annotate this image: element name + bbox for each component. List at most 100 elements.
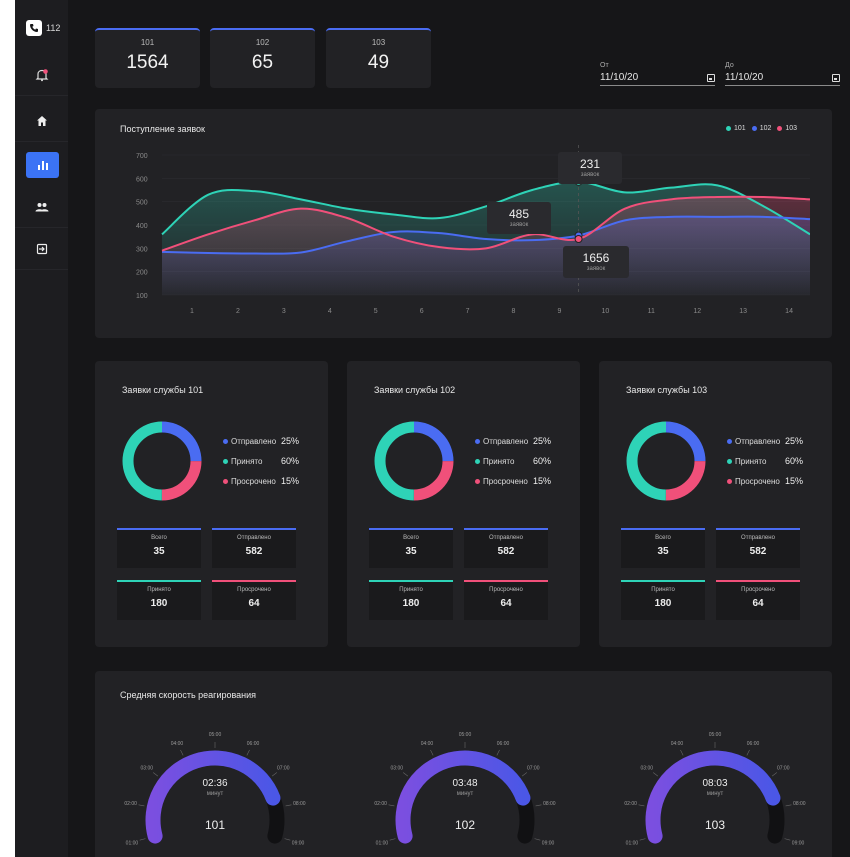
chart-legend: 101 102 103: [726, 125, 797, 132]
logout-icon: [36, 243, 47, 254]
tooltip-value: 231: [579, 157, 601, 171]
legend-name: Просрочено: [475, 477, 533, 486]
stat-card-101[interactable]: 101 1564: [95, 28, 200, 88]
y-tick-label: 100: [136, 293, 148, 300]
legend-row[interactable]: Просрочено 15%: [727, 471, 803, 491]
gauge-tick: [785, 804, 792, 807]
legend-dot: [726, 126, 731, 131]
legend-row[interactable]: Принято 60%: [475, 451, 551, 471]
legend-label: Принято: [483, 456, 515, 466]
legend-label: Просрочено: [231, 476, 276, 486]
date-to-field[interactable]: До 11/10/20: [725, 62, 840, 86]
gauge-tick: [284, 838, 291, 841]
gauge-scale-label: 02:00: [624, 801, 637, 807]
gauge-tick: [271, 772, 278, 777]
gauge-service-name: 102: [454, 818, 476, 832]
metric-tile[interactable]: Просрочено 64: [212, 580, 296, 620]
legend-item-101[interactable]: 101: [726, 125, 746, 132]
metric-tile-value: 64: [500, 598, 512, 609]
legend-label: Принято: [735, 456, 767, 466]
metric-tile[interactable]: Просрочено 64: [716, 580, 800, 620]
legend-row[interactable]: Просрочено 15%: [475, 471, 551, 491]
x-tick-label: 3: [282, 308, 286, 315]
metric-tile-label: Просрочено: [741, 587, 775, 593]
legend-row[interactable]: Принято 60%: [223, 451, 299, 471]
legend-label: 101: [734, 125, 746, 132]
metric-tile-label: Принято: [651, 587, 675, 593]
gauge-time-value: 08:03: [702, 778, 728, 789]
sidebar-item-users[interactable]: [15, 186, 68, 228]
sidebar-item-notifications[interactable]: [15, 54, 68, 96]
tooltip-unit: заявок: [580, 172, 600, 178]
gauge-tick: [139, 838, 146, 841]
metric-tile[interactable]: Принято 180: [117, 580, 201, 620]
sidebar-item-statistics[interactable]: [26, 152, 59, 178]
gauge-tick: [639, 838, 646, 841]
metric-tile[interactable]: Отправлено 582: [212, 528, 296, 568]
metric-tile[interactable]: Просрочено 64: [464, 580, 548, 620]
legend-name: Принято: [223, 457, 281, 466]
incoming-chart-title: Поступление заявок: [120, 124, 205, 134]
data-point[interactable]: [574, 235, 583, 243]
metric-tile[interactable]: Принято 180: [621, 580, 705, 620]
metric-tile[interactable]: Отправлено 582: [464, 528, 548, 568]
gauge-scale-label: 06:00: [497, 741, 510, 747]
legend-row[interactable]: Отправлено 25%: [727, 431, 803, 451]
legend-percent: 15%: [281, 476, 300, 486]
legend-label: Отправлено: [735, 436, 781, 446]
x-tick-label: 14: [785, 308, 793, 315]
stat-card-102[interactable]: 102 65: [210, 28, 315, 88]
metric-tile-value: 582: [245, 546, 263, 557]
stat-card-103[interactable]: 103 49: [326, 28, 431, 88]
gauge-scale-label: 01:00: [126, 840, 139, 845]
phone-icon: [26, 20, 42, 36]
gauge-tick: [638, 804, 645, 807]
legend-item-103[interactable]: 103: [777, 125, 797, 132]
x-tick-label: 13: [739, 308, 747, 315]
legend-dot: [223, 438, 228, 444]
metric-tile-label: Отправлено: [489, 535, 523, 541]
metric-tile[interactable]: Всего 35: [117, 528, 201, 568]
sidebar-item-logout[interactable]: [15, 228, 68, 270]
metric-tile-value: 35: [657, 546, 669, 557]
metric-tile-value: 64: [752, 598, 764, 609]
incoming-line-chart: 7006005004003002001001 2 3 4 5 6 7 8 9 10 11 12 13 14…: [136, 145, 810, 315]
gauge-scale-label: 09:00: [542, 840, 555, 845]
metric-tile[interactable]: Всего 35: [369, 528, 453, 568]
metric-tile-value: 64: [248, 598, 260, 609]
metric-tile[interactable]: Всего 35: [621, 528, 705, 568]
gauge-service-name: 103: [704, 818, 726, 832]
legend-percent: 25%: [785, 436, 804, 446]
bar-chart-icon: [37, 161, 48, 170]
legend-row[interactable]: Принято 60%: [727, 451, 803, 471]
date-from-value: 11/10/20: [600, 72, 639, 83]
gauge-scale-label: 01:00: [626, 840, 639, 845]
legend-row[interactable]: Отправлено 25%: [475, 431, 551, 451]
metric-tile[interactable]: Отправлено 582: [716, 528, 800, 568]
metric-tile-value: 180: [402, 598, 420, 609]
legend-row[interactable]: Просрочено 15%: [223, 471, 299, 491]
y-tick-label: 300: [136, 246, 148, 253]
donut-legend: Отправлено 25% Принято 60% Просрочено 15%: [475, 431, 551, 491]
phone-indicator[interactable]: 112: [26, 20, 60, 36]
metric-tile[interactable]: Принято 180: [369, 580, 453, 620]
legend-dot: [475, 438, 480, 444]
legend-dot: [223, 478, 228, 484]
legend-dot: [777, 126, 783, 131]
date-from-field[interactable]: От 11/10/20: [600, 62, 715, 86]
legend-row[interactable]: Отправлено 25%: [223, 431, 299, 451]
phone-number: 112: [46, 23, 61, 33]
calendar-icon[interactable]: [707, 73, 715, 82]
calendar-icon[interactable]: [832, 73, 840, 82]
gauge-tick: [784, 838, 791, 841]
stat-value: 1564: [126, 52, 169, 73]
gauge-unit: минут: [706, 791, 724, 797]
gauge-scale-label: 09:00: [792, 840, 805, 845]
x-tick-label: 1: [190, 308, 194, 315]
legend-dot: [727, 478, 732, 484]
sidebar-item-home[interactable]: [15, 100, 68, 142]
gauge-scale-label: 05:00: [459, 732, 472, 738]
legend-item-102[interactable]: 102: [751, 125, 771, 132]
tooltip-unit: заявок: [586, 266, 606, 272]
x-tick-label: 9: [557, 308, 561, 315]
